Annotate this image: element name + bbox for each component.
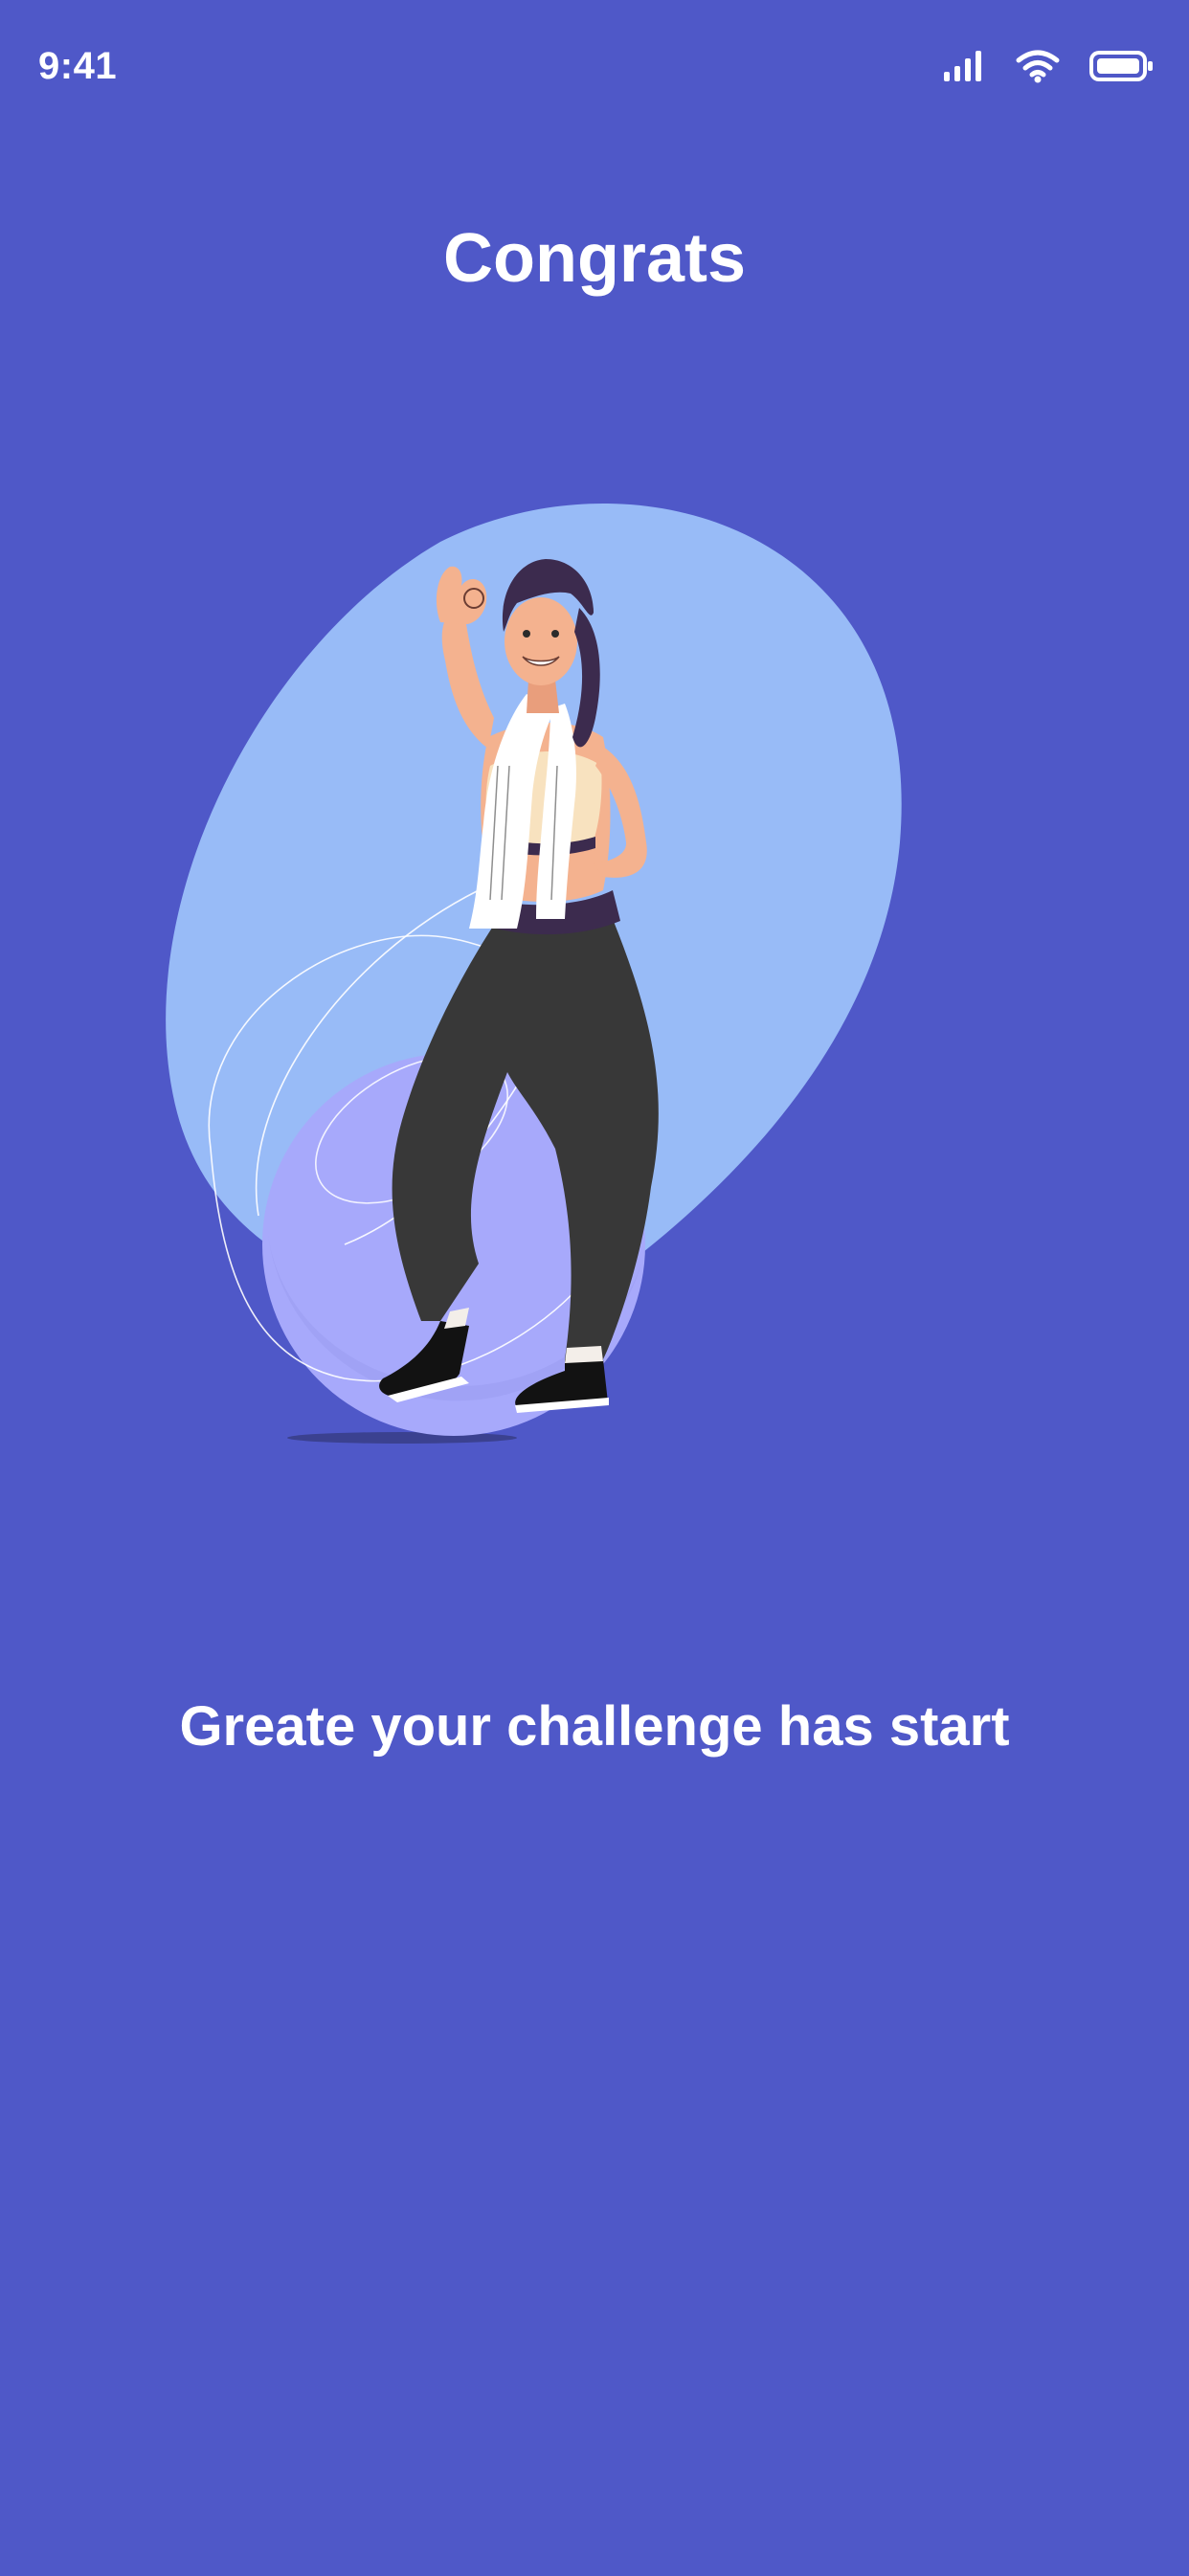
page-title: Congrats <box>442 220 747 297</box>
cellular-signal-icon <box>942 49 986 83</box>
floor-shadow <box>287 1432 517 1444</box>
status-icons <box>942 42 1155 90</box>
challenge-started-message: Greate your challenge has start <box>179 1695 1010 1758</box>
battery-icon <box>1089 49 1155 83</box>
status-time: 9:41 <box>38 45 118 87</box>
wifi-icon <box>1015 49 1061 83</box>
woman-with-fitness-ball-illustration <box>153 479 919 1474</box>
congrats-screen: 9:41 Congrats Greate your challenge has … <box>0 0 1189 2576</box>
status-bar: 9:41 <box>0 0 1189 134</box>
